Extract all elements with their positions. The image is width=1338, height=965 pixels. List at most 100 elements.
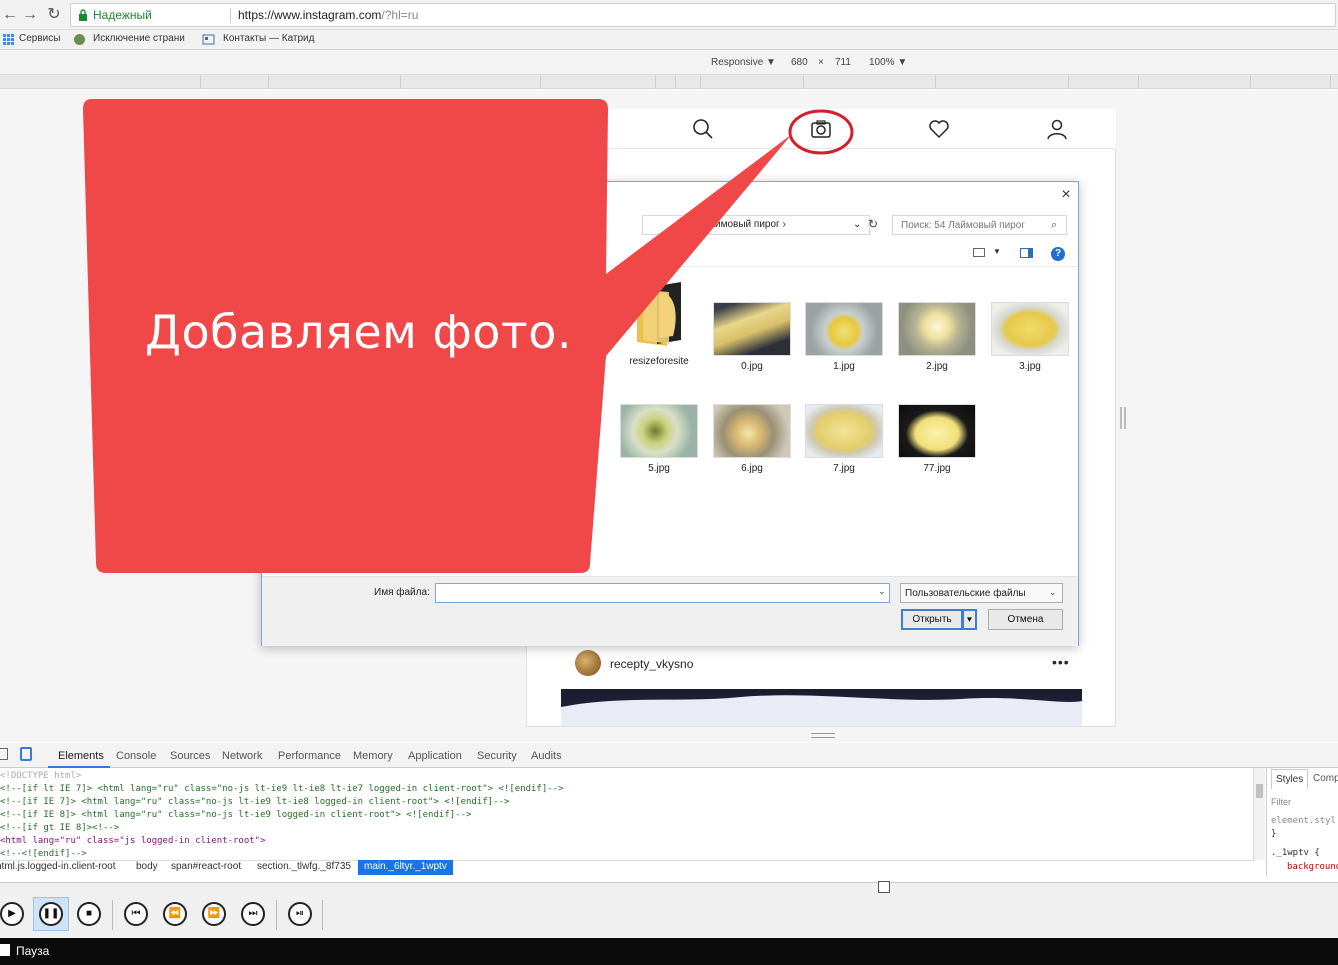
skip-forward-icon[interactable]: ⏭ bbox=[241, 902, 265, 926]
back-icon[interactable]: ← bbox=[0, 5, 20, 25]
chevron-down-icon[interactable]: ⌄ bbox=[878, 586, 886, 597]
image-thumbnail bbox=[898, 404, 976, 458]
toolbar-divider bbox=[276, 900, 277, 930]
device-width-input[interactable]: 680 bbox=[791, 57, 808, 68]
filetype-value: Пользовательские файлы bbox=[905, 588, 1026, 599]
dom-crumb[interactable]: section._tlwfg._8f735 bbox=[257, 861, 351, 872]
omnibox-separator bbox=[230, 8, 231, 23]
filetype-select[interactable]: Пользовательские файлы ⌄ bbox=[900, 583, 1063, 603]
device-mode-select[interactable]: Responsive ▼ bbox=[711, 57, 776, 68]
open-button[interactable]: Открыть bbox=[901, 609, 963, 630]
open-options-arrow[interactable]: ▼ bbox=[963, 609, 977, 630]
frame-step-icon[interactable]: ⏯ bbox=[288, 902, 312, 926]
styles-filter-input[interactable]: Filter bbox=[1271, 797, 1291, 807]
dom-crumb[interactable]: span#react-root bbox=[171, 861, 241, 872]
zoom-select[interactable]: 100% ▼ bbox=[869, 57, 907, 68]
tab-memory[interactable]: Memory bbox=[353, 750, 393, 762]
dom-crumb[interactable]: body bbox=[136, 861, 158, 872]
viewport-resize-handle[interactable] bbox=[1120, 407, 1126, 429]
style-rule: ._1wptv { bbox=[1271, 848, 1320, 858]
dialog-footer: Имя файла: ⌄ Пользовательские файлы ⌄ От… bbox=[262, 576, 1078, 646]
code-line[interactable]: <!--[if IE 8]> <html lang="ru" class="no… bbox=[0, 810, 471, 820]
code-line[interactable]: <html lang="ru" class="js logged-in clie… bbox=[0, 836, 266, 846]
post-image[interactable] bbox=[561, 689, 1082, 726]
preview-pane-icon[interactable] bbox=[1020, 248, 1033, 258]
tab-elements[interactable]: Elements bbox=[58, 750, 104, 762]
code-line[interactable]: <!DOCTYPE html> bbox=[0, 771, 81, 781]
lock-icon bbox=[79, 9, 87, 21]
file-name: 3.jpg bbox=[1019, 361, 1041, 372]
image-thumbnail bbox=[898, 302, 976, 356]
style-rule: element.styl bbox=[1271, 816, 1337, 826]
url-input[interactable]: Надежный https://www.instagram.com/?hl=r… bbox=[70, 3, 1336, 27]
code-line[interactable]: <!--[if lt IE 7]> <html lang="ru" class=… bbox=[0, 784, 564, 794]
device-toggle-icon[interactable] bbox=[20, 747, 32, 761]
device-times-sign: × bbox=[818, 57, 824, 68]
bookmark-services[interactable]: Сервисы bbox=[19, 33, 60, 44]
tab-performance[interactable]: Performance bbox=[278, 750, 341, 762]
device-height-input[interactable]: 711 bbox=[835, 57, 851, 68]
resize-grip-icon[interactable] bbox=[878, 881, 890, 893]
tab-sources[interactable]: Sources bbox=[170, 750, 210, 762]
apps-icon bbox=[3, 34, 14, 45]
bookmark-contacts[interactable]: Контакты — Катрид bbox=[223, 33, 314, 44]
file-item[interactable]: 2.jpg bbox=[895, 302, 979, 372]
stop-icon[interactable]: ■ bbox=[77, 902, 101, 926]
toolbar-divider bbox=[322, 900, 323, 930]
refresh-icon[interactable]: ↻ bbox=[868, 217, 878, 231]
viewport-resize-bottom-handle[interactable] bbox=[811, 733, 835, 738]
post-username[interactable]: recepty_vkysno bbox=[610, 657, 693, 671]
heart-icon[interactable] bbox=[928, 118, 950, 140]
inspect-icon[interactable] bbox=[0, 748, 8, 760]
fast-forward-icon[interactable]: ⏩ bbox=[202, 902, 226, 926]
tab-network[interactable]: Network bbox=[222, 750, 262, 762]
url-text: https://www.instagram.com/?hl=ru bbox=[238, 8, 419, 22]
tab-computed[interactable]: Comp bbox=[1313, 773, 1338, 784]
view-options-icon[interactable] bbox=[973, 248, 985, 257]
tab-console[interactable]: Console bbox=[116, 750, 156, 762]
dom-crumb-active[interactable]: main._6ltyr._1wptv bbox=[358, 860, 453, 875]
reload-icon[interactable]: ↻ bbox=[44, 5, 64, 25]
play-icon[interactable]: ▶ bbox=[0, 902, 24, 926]
tab-audits[interactable]: Audits bbox=[531, 750, 562, 762]
tab-application[interactable]: Application bbox=[408, 750, 462, 762]
close-icon[interactable]: × bbox=[1059, 187, 1073, 203]
help-icon[interactable]: ? bbox=[1051, 247, 1065, 261]
file-item[interactable]: 77.jpg bbox=[895, 404, 979, 474]
toolbar-divider bbox=[112, 900, 113, 930]
tab-security[interactable]: Security bbox=[477, 750, 517, 762]
devtools-scrollbar[interactable] bbox=[1253, 768, 1265, 860]
profile-icon[interactable] bbox=[1046, 118, 1068, 140]
media-query-ruler bbox=[0, 75, 1338, 89]
app-icon bbox=[0, 944, 10, 956]
pause-icon[interactable]: ❚❚ bbox=[39, 902, 63, 926]
code-line[interactable]: <!--[if gt IE 8]><!--> bbox=[0, 823, 119, 833]
post-more-icon[interactable]: ••• bbox=[1052, 654, 1070, 670]
taskbar-status: Пауза bbox=[16, 944, 50, 958]
rewind-icon[interactable]: ⏪ bbox=[163, 902, 187, 926]
style-rule: } bbox=[1271, 829, 1277, 839]
search-input[interactable]: Поиск: 54 Лаймовый пирог ⌕ bbox=[892, 215, 1067, 235]
forward-icon[interactable]: → bbox=[20, 5, 40, 25]
active-tab-indicator bbox=[48, 766, 110, 768]
secure-label: Надежный bbox=[93, 8, 152, 22]
filename-input[interactable] bbox=[435, 583, 890, 603]
file-name: 77.jpg bbox=[923, 463, 951, 474]
player-bar bbox=[0, 881, 1338, 938]
search-icon: ⌕ bbox=[1051, 219, 1058, 231]
code-line[interactable]: <!--[if IE 7]> <html lang="ru" class="no… bbox=[0, 797, 509, 807]
bookmarks-bar: Сервисы Исключение страни Контакты — Кат… bbox=[0, 30, 1338, 50]
post-avatar[interactable] bbox=[575, 650, 601, 676]
file-item[interactable]: 3.jpg bbox=[988, 302, 1072, 372]
dom-crumb[interactable]: html.js.logged-in.client-root bbox=[0, 861, 116, 872]
scrollbar-thumb[interactable] bbox=[1256, 784, 1263, 798]
tab-styles[interactable]: Styles bbox=[1271, 769, 1309, 789]
bookmark-exclusion[interactable]: Исключение страни bbox=[93, 33, 185, 44]
contacts-icon bbox=[202, 34, 215, 45]
skip-back-icon[interactable]: ⏮ bbox=[124, 902, 148, 926]
globe-icon bbox=[74, 34, 85, 45]
chevron-down-icon[interactable]: ▼ bbox=[993, 247, 1001, 256]
filename-label: Имя файла: bbox=[374, 587, 430, 598]
cancel-button[interactable]: Отмена bbox=[988, 609, 1063, 630]
code-line[interactable]: <!--<![endif]--> bbox=[0, 849, 87, 859]
